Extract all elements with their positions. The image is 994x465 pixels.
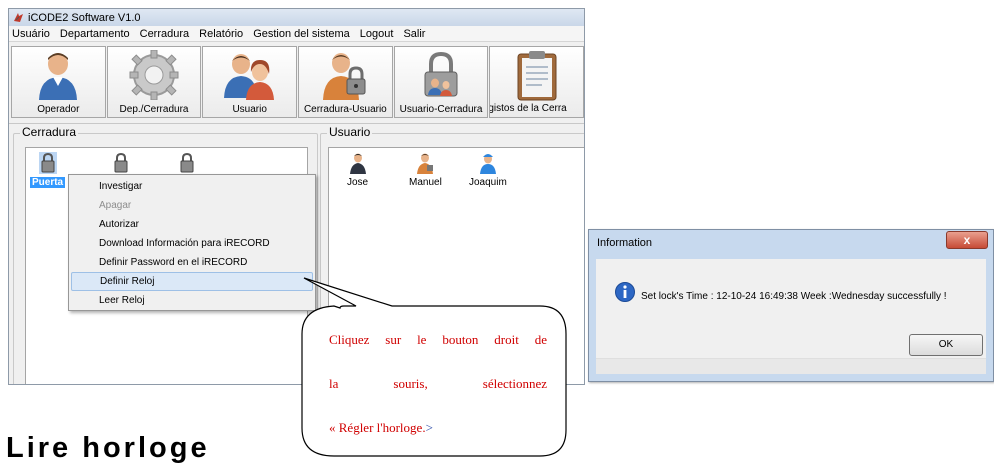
- callout-line-3: « Régler l'horloge.>: [329, 420, 547, 436]
- user-lock-icon: [424, 51, 458, 97]
- operator-icon: [39, 53, 78, 100]
- user-item-joaquim[interactable]: Joaquim: [469, 152, 507, 188]
- lock-item-label: Puerta: [30, 177, 66, 188]
- dialog-message: Set lock's Time : 12-10-24 16:49:38 Week…: [641, 291, 947, 302]
- menu-cerradura[interactable]: Cerradura: [139, 28, 191, 40]
- user-item-label: Manuel: [409, 177, 442, 188]
- usuario-cerradura-button[interactable]: Usuario-Cerradura: [393, 46, 489, 118]
- app-logo-icon: [14, 13, 23, 22]
- callout-line-2: la souris, sélectionnez: [329, 376, 547, 391]
- lock-item-puerta[interactable]: Puerta: [30, 152, 66, 188]
- user-item-label: Jose: [347, 177, 369, 188]
- dialog-title: Information: [597, 237, 653, 249]
- gears-icon: [129, 50, 179, 100]
- callout-line-1: Cliquez sur le bouton droit de: [329, 332, 547, 347]
- ok-button[interactable]: OK: [909, 334, 983, 356]
- user-item-label: Joaquim: [469, 177, 507, 188]
- toolbar-label: Cerradura-Usuario: [303, 104, 387, 115]
- menu-item-definir-reloj[interactable]: Definir Reloj: [71, 272, 313, 291]
- operador-button[interactable]: Operador: [11, 46, 106, 118]
- info-icon: [615, 282, 635, 305]
- menu-relatorio[interactable]: Relatório: [198, 28, 244, 40]
- menu-bar: Usuário Departamento Cerradura Relatório…: [9, 26, 584, 42]
- menu-gestion[interactable]: Gestion del sistema: [252, 28, 351, 40]
- menu-logout[interactable]: Logout: [359, 28, 395, 40]
- menu-item-definir-password[interactable]: Definir Password en el iRECORD: [71, 253, 313, 272]
- cerradura-usuario-button[interactable]: Cerradura-Usuario: [298, 46, 393, 118]
- section-heading: Lire horloge: [6, 432, 210, 464]
- registros-button[interactable]: gistos de la Cerra: [489, 46, 584, 118]
- title-bar: iCODE2 Software V1.0: [9, 9, 584, 26]
- user-orange-icon: [417, 153, 434, 174]
- callout-text: Cliquez sur le bouton droit de la souris…: [329, 332, 547, 464]
- padlock-icon: [180, 152, 194, 173]
- toolbar-label: Dep./Cerradura: [119, 104, 189, 115]
- callout-line-3-text: « Régler l'horloge.: [329, 420, 426, 435]
- menu-departamento[interactable]: Departamento: [59, 28, 131, 40]
- user-item-jose[interactable]: Jose: [347, 152, 368, 188]
- toolbar-label: Usuario: [232, 104, 267, 115]
- clipboard-icon: [517, 51, 557, 101]
- callout-annotation: Cliquez sur le bouton droit de la souris…: [300, 277, 572, 459]
- user-suit-icon: [349, 153, 366, 174]
- menu-usuario[interactable]: Usuário: [11, 28, 51, 40]
- padlock-icon: [38, 152, 57, 174]
- usuario-group-title: Usuario: [327, 125, 373, 139]
- toolbar-label: Operador: [37, 104, 80, 115]
- information-dialog: Information x Set lock's Time : 12-10-24…: [588, 229, 994, 382]
- padlock-icon: [114, 152, 128, 173]
- toolbar-label: gistos de la Cerra: [489, 103, 567, 114]
- lock-context-menu: Investigar Apagar Autorizar Download Inf…: [68, 174, 316, 311]
- menu-item-leer-reloj[interactable]: Leer Reloj: [71, 291, 313, 310]
- menu-item-download[interactable]: Download Información para iRECORD: [71, 234, 313, 253]
- dialog-close-button[interactable]: x: [946, 231, 988, 249]
- menu-item-investigar[interactable]: Investigar: [71, 177, 313, 196]
- dialog-body: [596, 259, 986, 374]
- menu-item-apagar[interactable]: Apagar: [71, 196, 313, 215]
- menu-item-autorizar[interactable]: Autorizar: [71, 215, 313, 234]
- dialog-button-bar: [596, 358, 986, 374]
- toolbar-label: Usuario-Cerradura: [399, 104, 483, 115]
- cerradura-group-title: Cerradura: [20, 125, 79, 139]
- lock-user-icon: [323, 53, 366, 100]
- dep-cerradura-button[interactable]: Dep./Cerradura: [106, 46, 202, 118]
- users-icon: [223, 54, 274, 100]
- menu-salir[interactable]: Salir: [402, 28, 426, 40]
- usuario-button[interactable]: Usuario: [202, 46, 298, 118]
- toolbar: Operador Dep./Cerradura Usuario Cerradur…: [9, 42, 584, 124]
- user-item-manuel[interactable]: Manuel: [409, 152, 442, 188]
- user-worker-icon: [479, 154, 496, 174]
- callout-line-3-accent: >: [425, 420, 433, 435]
- window-title: iCODE2 Software V1.0: [28, 11, 141, 24]
